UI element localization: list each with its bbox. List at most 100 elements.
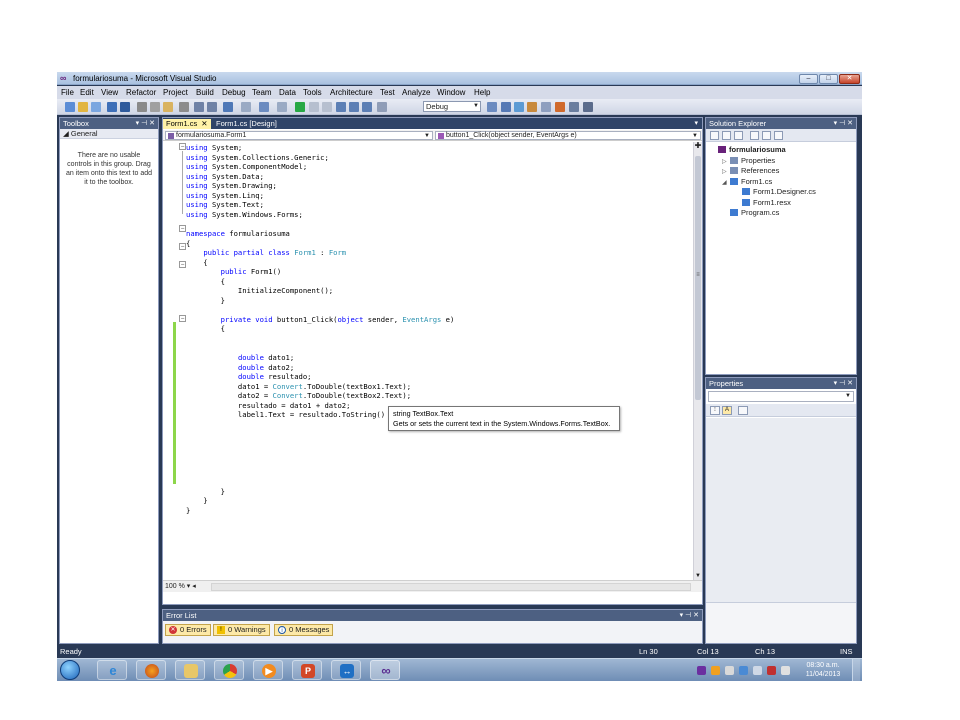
tab-form1-design[interactable]: Form1.cs [Design] bbox=[213, 119, 283, 129]
class-diagram-icon[interactable] bbox=[774, 131, 783, 140]
horizontal-scrollbar[interactable] bbox=[211, 583, 691, 591]
collapse-class-icon[interactable]: − bbox=[179, 243, 186, 250]
tray-display-icon[interactable] bbox=[753, 666, 762, 675]
navigate-backward-icon[interactable] bbox=[259, 102, 269, 112]
uncomment-icon[interactable] bbox=[207, 102, 217, 112]
menu-team[interactable]: Team bbox=[252, 88, 272, 97]
redo-icon[interactable] bbox=[241, 102, 251, 112]
property-grid[interactable] bbox=[706, 418, 856, 602]
view-code-icon[interactable] bbox=[750, 131, 759, 140]
view-designer-icon[interactable] bbox=[762, 131, 771, 140]
expand-arrow-icon[interactable]: ▷ bbox=[722, 157, 730, 167]
tree-item[interactable]: formulariosuma bbox=[710, 145, 786, 155]
menu-help[interactable]: Help bbox=[474, 88, 490, 97]
categorized-icon[interactable]: ⁝ bbox=[710, 406, 720, 415]
panel-controls-icon[interactable]: ▾ ⊣ ✕ bbox=[136, 118, 155, 129]
save-icon[interactable] bbox=[107, 102, 117, 112]
minimize-button[interactable]: – bbox=[799, 74, 818, 84]
menu-tools[interactable]: Tools bbox=[303, 88, 322, 97]
scroll-down-arrow-icon[interactable]: ▼ bbox=[694, 572, 702, 580]
menu-architecture[interactable]: Architecture bbox=[330, 88, 373, 97]
member-selector[interactable]: button1_Click(object sender, EventArgs e… bbox=[435, 131, 701, 140]
step-into-icon[interactable] bbox=[336, 102, 346, 112]
menu-window[interactable]: Window bbox=[437, 88, 465, 97]
step-over-icon[interactable] bbox=[349, 102, 359, 112]
maximize-button[interactable]: □ bbox=[819, 74, 838, 84]
object-selector[interactable]: ▼ bbox=[708, 391, 854, 402]
copy-icon[interactable] bbox=[150, 102, 160, 112]
tree-item[interactable]: Form1.resx bbox=[734, 198, 791, 208]
panel-controls-icon[interactable]: ▾ ⊣ ✕ bbox=[834, 378, 853, 389]
refresh-icon[interactable] bbox=[734, 131, 743, 140]
split-window-icon[interactable]: ✚ bbox=[694, 142, 702, 151]
menu-edit[interactable]: Edit bbox=[80, 88, 94, 97]
taskbar-media-player[interactable]: ▶ bbox=[253, 660, 283, 680]
find-icon[interactable] bbox=[179, 102, 189, 112]
menu-file[interactable]: File bbox=[61, 88, 74, 97]
collapse-method-icon[interactable]: − bbox=[179, 315, 186, 322]
start-debugging-icon[interactable] bbox=[295, 102, 305, 112]
errors-filter-button[interactable]: ✕ 0 Errors bbox=[165, 624, 211, 636]
extension-manager-icon[interactable] bbox=[555, 102, 565, 112]
step-out-icon[interactable] bbox=[362, 102, 372, 112]
undo-icon[interactable] bbox=[223, 102, 233, 112]
tray-visual-studio-icon[interactable] bbox=[697, 666, 706, 675]
expand-arrow-icon[interactable]: ▷ bbox=[722, 167, 730, 177]
messages-filter-button[interactable]: i 0 Messages bbox=[274, 624, 334, 636]
tray-volume-icon[interactable] bbox=[781, 666, 790, 675]
paste-icon[interactable] bbox=[163, 102, 173, 112]
tray-power-icon[interactable] bbox=[767, 666, 776, 675]
collapse-constructor-icon[interactable]: − bbox=[179, 261, 186, 268]
menu-debug[interactable]: Debug bbox=[222, 88, 246, 97]
navigate-forward-icon[interactable] bbox=[277, 102, 287, 112]
solution-explorer-icon[interactable] bbox=[501, 102, 511, 112]
menu-refactor[interactable]: Refactor bbox=[126, 88, 156, 97]
properties-window-icon[interactable] bbox=[514, 102, 524, 112]
show-all-files-icon[interactable] bbox=[722, 131, 731, 140]
breakpoint-icon[interactable] bbox=[377, 102, 387, 112]
alphabetical-icon[interactable]: A bbox=[722, 406, 732, 415]
vertical-scrollbar[interactable]: ✚ ≡ ▼ bbox=[693, 142, 702, 580]
scroll-thumb[interactable] bbox=[695, 156, 701, 400]
taskbar-teamviewer[interactable]: ↔ bbox=[331, 660, 361, 680]
save-all-icon[interactable] bbox=[120, 102, 130, 112]
menu-data[interactable]: Data bbox=[279, 88, 296, 97]
tab-overflow-chevron-icon[interactable]: ▾ bbox=[694, 119, 698, 127]
properties-icon[interactable] bbox=[710, 131, 719, 140]
tray-app-icon[interactable] bbox=[711, 666, 720, 675]
solution-configuration-select[interactable]: Debug ▼ bbox=[423, 101, 481, 112]
zoom-level[interactable]: 100 % ▾ ◂ bbox=[165, 582, 196, 590]
warnings-filter-button[interactable]: ! 0 Warnings bbox=[213, 624, 270, 636]
start-page-icon[interactable] bbox=[569, 102, 579, 112]
collapse-namespace-icon[interactable]: − bbox=[179, 225, 186, 232]
close-tab-icon[interactable]: ✕ bbox=[201, 119, 207, 128]
open-file-icon[interactable] bbox=[78, 102, 88, 112]
taskbar-visual-studio[interactable]: ∞ bbox=[370, 660, 400, 680]
new-project-icon[interactable] bbox=[65, 102, 75, 112]
panel-controls-icon[interactable]: ▾ ⊣ ✕ bbox=[834, 118, 853, 129]
panel-controls-icon[interactable]: ▾ ⊣ ✕ bbox=[680, 610, 699, 621]
cut-icon[interactable] bbox=[137, 102, 147, 112]
taskbar-firefox[interactable] bbox=[136, 660, 166, 680]
taskbar-clock[interactable]: 08:30 a.m. 11/04/2013 bbox=[801, 661, 845, 679]
taskbar-internet-explorer[interactable]: e bbox=[97, 660, 127, 680]
taskbar-chrome[interactable] bbox=[214, 660, 244, 680]
tray-action-center-icon[interactable] bbox=[725, 666, 734, 675]
tree-item[interactable]: ▷ References bbox=[722, 166, 779, 176]
menu-project[interactable]: Project bbox=[163, 88, 188, 97]
comment-icon[interactable] bbox=[194, 102, 204, 112]
close-window-button[interactable]: ✕ bbox=[839, 74, 860, 84]
menu-build[interactable]: Build bbox=[196, 88, 214, 97]
tree-item[interactable]: ▷ Properties bbox=[722, 156, 775, 166]
menu-view[interactable]: View bbox=[101, 88, 118, 97]
tray-network-icon[interactable] bbox=[739, 666, 748, 675]
taskbar-file-explorer[interactable] bbox=[175, 660, 205, 680]
property-pages-icon[interactable] bbox=[738, 406, 748, 415]
stop-icon[interactable] bbox=[322, 102, 332, 112]
add-item-icon[interactable] bbox=[91, 102, 101, 112]
show-desktop-button[interactable] bbox=[852, 659, 860, 681]
taskbar-powerpoint[interactable]: P bbox=[292, 660, 322, 680]
tree-item[interactable]: ◢ Form1.cs bbox=[722, 177, 772, 187]
object-browser-icon[interactable] bbox=[527, 102, 537, 112]
class-selector[interactable]: formulariosuma.Form1 ▼ bbox=[165, 131, 433, 140]
